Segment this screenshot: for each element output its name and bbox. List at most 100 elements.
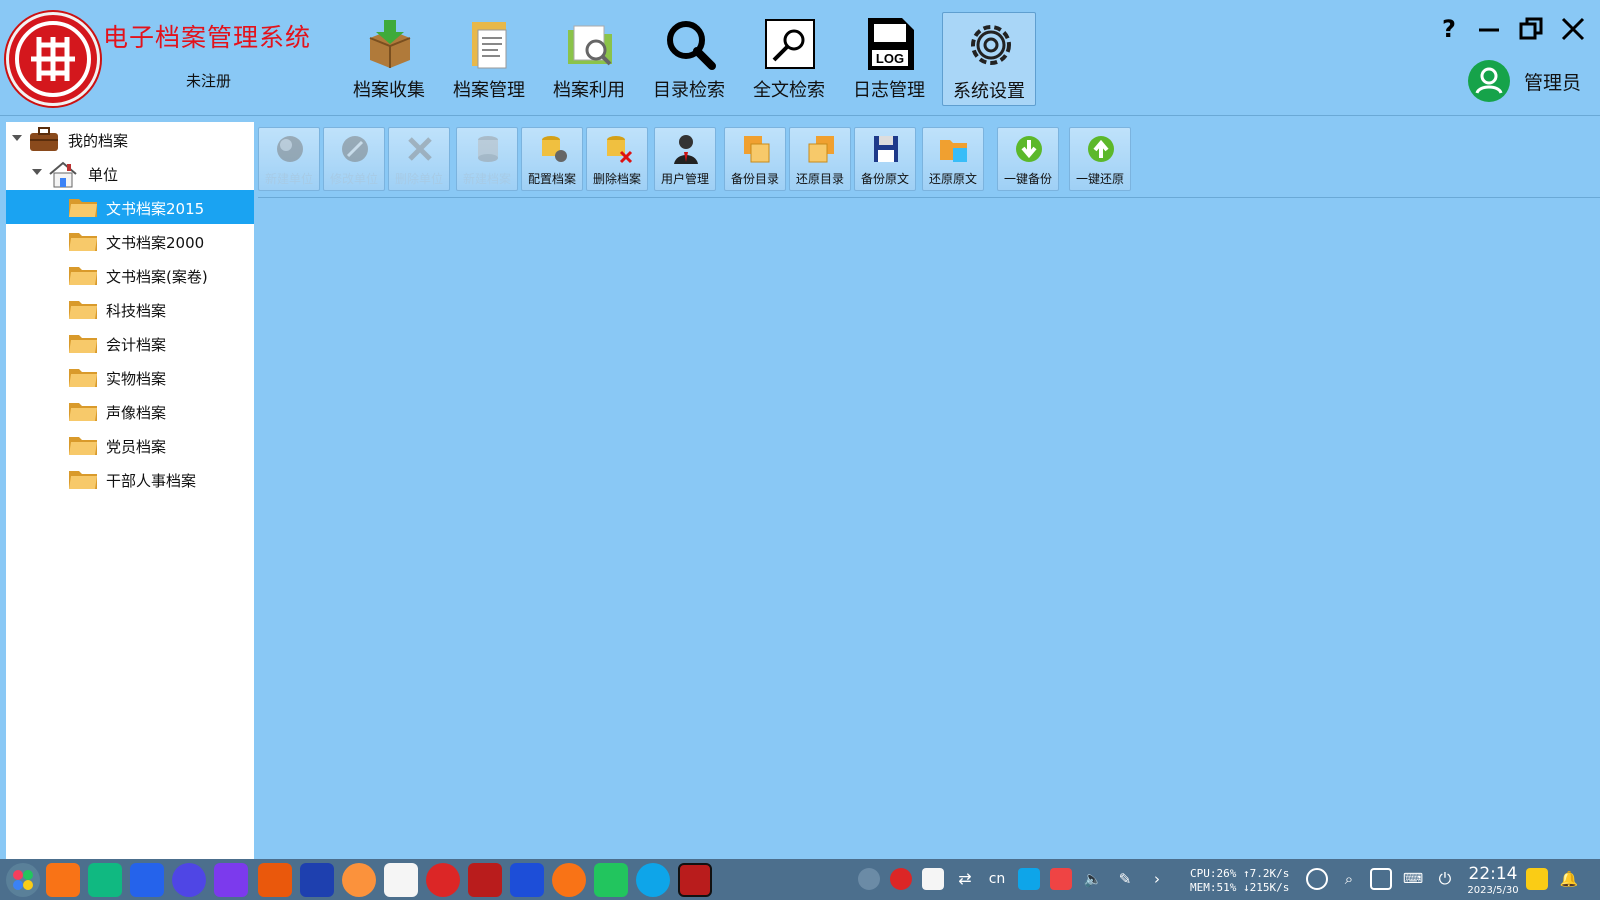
toolbar-button-label: 一键还原 bbox=[1075, 172, 1124, 186]
archive-app-icon[interactable] bbox=[258, 863, 292, 897]
nav-log-manage[interactable]: LOG 日志管理 bbox=[842, 12, 936, 106]
database-icon bbox=[478, 136, 498, 162]
restore-icon[interactable] bbox=[1516, 14, 1546, 44]
tree-item[interactable]: 文书档案2015 bbox=[6, 190, 254, 224]
nav-label: 档案利用 bbox=[553, 80, 625, 101]
nav-archive-manage[interactable]: 档案管理 bbox=[442, 12, 536, 106]
nav-fulltext-search[interactable]: 全文检索 bbox=[742, 12, 836, 106]
screenshot-icon[interactable] bbox=[1370, 868, 1392, 890]
power-icon[interactable]: ⏻ bbox=[1434, 868, 1456, 890]
music-app-icon[interactable] bbox=[426, 863, 460, 897]
multitask-icon[interactable] bbox=[46, 863, 80, 897]
toolbar-button[interactable]: 新建单位 bbox=[258, 127, 320, 191]
toolbar-button-label: 新建单位 bbox=[264, 172, 313, 186]
tree-item[interactable]: 科技档案 bbox=[6, 292, 254, 326]
app-store-icon[interactable] bbox=[130, 863, 164, 897]
keyboard-icon[interactable]: ⌨ bbox=[1402, 868, 1424, 890]
tree-item[interactable]: 声像档案 bbox=[6, 394, 254, 428]
tray-music-icon[interactable] bbox=[890, 868, 912, 890]
camera-icon[interactable] bbox=[214, 863, 248, 897]
launcher-icon[interactable] bbox=[6, 863, 40, 897]
file-manager-icon[interactable] bbox=[88, 863, 122, 897]
drawing-app-icon[interactable] bbox=[384, 863, 418, 897]
pen-icon[interactable]: ✎ bbox=[1114, 868, 1136, 890]
toolbar-button[interactable]: 备份目录 bbox=[724, 127, 786, 191]
folder-icon bbox=[69, 403, 97, 421]
input-method-indicator[interactable]: cn bbox=[986, 868, 1008, 890]
close-icon[interactable] bbox=[1558, 14, 1588, 44]
registration-status: 未注册 bbox=[186, 72, 232, 90]
search-tray-icon[interactable]: ⌕ bbox=[1338, 868, 1360, 890]
tree-unit[interactable]: 单位 bbox=[6, 156, 254, 190]
app-title: 电子档案管理系统 bbox=[103, 23, 312, 52]
toolbar-button-label: 备份原文 bbox=[860, 172, 909, 186]
toolbar-button[interactable]: 删除单位 bbox=[388, 127, 450, 191]
toolbar-button[interactable]: 配置档案 bbox=[521, 127, 583, 191]
tree-item[interactable]: 党员档案 bbox=[6, 428, 254, 462]
toolbar-button[interactable]: 还原目录 bbox=[789, 127, 851, 191]
chevron-right-icon[interactable]: › bbox=[1146, 868, 1168, 890]
toolbar-button[interactable]: 备份原文 bbox=[854, 127, 916, 191]
tree-label: 党员档案 bbox=[106, 438, 167, 456]
toolbar-button[interactable]: 用户管理 bbox=[654, 127, 716, 191]
toolbar-button-label: 删除档案 bbox=[592, 172, 641, 186]
nav-system-settings[interactable]: 系统设置 bbox=[942, 12, 1036, 106]
settings-app-icon[interactable] bbox=[172, 863, 206, 897]
editor-icon[interactable] bbox=[510, 863, 544, 897]
collapse-arrow-icon[interactable] bbox=[32, 169, 42, 175]
tray-placeholder-icon[interactable] bbox=[858, 868, 880, 890]
collapse-arrow-icon[interactable] bbox=[12, 135, 22, 141]
nav-archive-use[interactable]: 档案利用 bbox=[542, 12, 636, 106]
terminal-icon[interactable] bbox=[468, 863, 502, 897]
archive-system-task-icon[interactable] bbox=[678, 863, 712, 897]
toolbar-button-label: 还原原文 bbox=[928, 172, 977, 186]
nav-catalog-search[interactable]: 目录检索 bbox=[642, 12, 736, 106]
briefcase-icon bbox=[30, 127, 58, 151]
nav-label: 全文检索 bbox=[753, 80, 825, 101]
notification-bell-icon[interactable]: 🔔 bbox=[1558, 868, 1580, 890]
tree-item[interactable]: 实物档案 bbox=[6, 360, 254, 394]
nav-label: 日志管理 bbox=[853, 80, 925, 101]
toolbar-button[interactable]: 还原原文 bbox=[922, 127, 984, 191]
clock-date[interactable]: 2023/5/30 bbox=[1464, 885, 1522, 896]
folder-icon bbox=[69, 437, 97, 455]
tree-item[interactable]: 文书档案2000 bbox=[6, 224, 254, 258]
user-name[interactable]: 管理员 bbox=[1524, 68, 1581, 95]
tree-item[interactable]: 文书档案(案卷) bbox=[6, 258, 254, 292]
volume-icon[interactable]: 🔈 bbox=[1082, 868, 1104, 890]
globe-icon bbox=[277, 136, 303, 162]
toolbar-button[interactable]: 删除档案 bbox=[586, 127, 648, 191]
toolbar-button[interactable]: 一键备份 bbox=[997, 127, 1059, 191]
box-icon bbox=[369, 20, 411, 68]
toolbar-divider bbox=[258, 197, 1600, 198]
avatar[interactable] bbox=[1468, 60, 1510, 102]
tree-root[interactable]: 我的档案 bbox=[6, 122, 254, 156]
tray-drawing-icon[interactable] bbox=[922, 868, 944, 890]
nav-label: 系统设置 bbox=[953, 81, 1025, 102]
net-up: 7.2K/s bbox=[1249, 867, 1290, 880]
tree-label: 文书档案(案卷) bbox=[106, 268, 208, 286]
tree-item[interactable]: 会计档案 bbox=[6, 326, 254, 360]
browser-icon[interactable] bbox=[342, 863, 376, 897]
tray-screen-icon[interactable] bbox=[1018, 868, 1040, 890]
tray-switch-icon[interactable]: ⇄ bbox=[954, 868, 976, 890]
nav-archive-collect[interactable]: 档案收集 bbox=[342, 12, 436, 106]
wechat-icon[interactable] bbox=[594, 863, 628, 897]
tray-sogou-icon[interactable] bbox=[1050, 868, 1072, 890]
cpu-usage: CPU:26% bbox=[1190, 867, 1237, 880]
toolbar-button-label: 还原目录 bbox=[795, 172, 844, 186]
chat-app-icon[interactable] bbox=[636, 863, 670, 897]
minimize-icon[interactable] bbox=[1474, 14, 1504, 44]
toolbar-button[interactable]: 修改单位 bbox=[323, 127, 385, 191]
toolbar-button[interactable]: 一键还原 bbox=[1069, 127, 1131, 191]
share-app-icon[interactable] bbox=[300, 863, 334, 897]
monitor-icon[interactable] bbox=[1306, 868, 1328, 890]
toolbar-button[interactable]: 新建档案 bbox=[456, 127, 518, 191]
folder-icon bbox=[69, 335, 97, 353]
trash-icon[interactable] bbox=[1526, 868, 1548, 890]
clock-time[interactable]: 22:14 bbox=[1468, 864, 1518, 884]
app-logo bbox=[6, 12, 100, 106]
help-button[interactable]: ? bbox=[1434, 14, 1464, 44]
firefox-icon[interactable] bbox=[552, 863, 586, 897]
tree-item[interactable]: 干部人事档案 bbox=[6, 462, 254, 496]
